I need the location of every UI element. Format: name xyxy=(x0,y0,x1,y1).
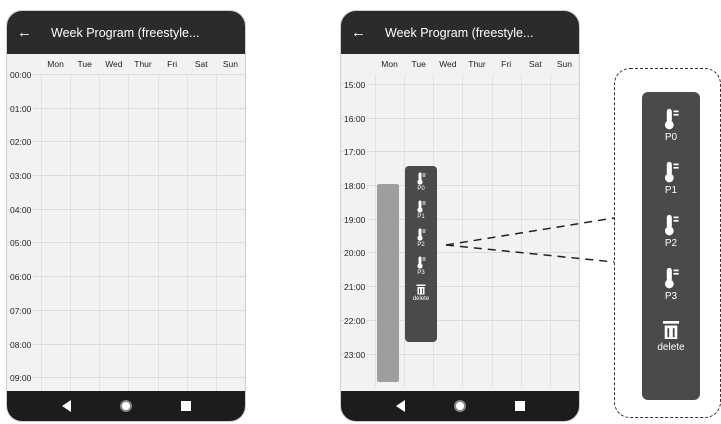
app-bar: ← Week Program (freestyle... xyxy=(341,11,579,54)
thermometer-icon xyxy=(664,267,679,289)
day-label: Mon xyxy=(381,59,398,69)
time-label: 17:00 xyxy=(344,147,368,158)
time-row: 15:00 xyxy=(341,80,579,118)
time-row: 07:00 xyxy=(7,305,245,344)
thermometer-icon xyxy=(664,214,679,236)
time-row: 05:00 xyxy=(7,238,245,276)
time-label: 09:00 xyxy=(10,373,34,384)
nav-back-icon[interactable] xyxy=(61,400,71,412)
time-label: 04:00 xyxy=(10,204,34,215)
thermometer-icon xyxy=(664,161,679,183)
program-label: P0 xyxy=(664,132,678,143)
delete-option[interactable]: delete xyxy=(413,284,429,302)
thermometer-icon xyxy=(417,172,426,185)
time-row: 04:00 xyxy=(7,204,245,243)
time-label: 22:00 xyxy=(344,315,368,326)
day-header: Mon Tue Wed Thur Fri Sat Sun xyxy=(7,54,245,74)
program-option-p1[interactable]: P1 xyxy=(416,200,426,220)
schedule-block-mon[interactable] xyxy=(377,184,399,382)
time-label: 15:00 xyxy=(344,80,368,90)
trash-icon xyxy=(662,321,680,339)
time-label: 05:00 xyxy=(10,238,34,249)
program-label: P3 xyxy=(664,291,678,302)
nav-recent-icon[interactable] xyxy=(180,401,191,411)
day-label: Tue xyxy=(77,59,92,69)
day-label: Sat xyxy=(194,59,208,69)
program-label: P1 xyxy=(664,185,678,196)
zoom-delete-option[interactable]: delete xyxy=(657,320,685,353)
app-bar: ← Week Program (freestyle... xyxy=(7,11,245,54)
zoomed-program-menu: P0 P1 P2 P3 delete xyxy=(642,92,700,400)
time-row: 17:00 xyxy=(341,147,579,185)
schedule-grid[interactable]: 00:00 01:00 02:00 03:00 04:00 05:00 06:0… xyxy=(7,70,245,411)
day-label: Tue xyxy=(411,59,426,69)
time-label: 02:00 xyxy=(10,137,34,148)
nav-recent-icon[interactable] xyxy=(514,401,525,411)
time-label: 03:00 xyxy=(10,171,34,182)
time-row: 02:00 xyxy=(7,137,245,175)
page-title: Week Program (freestyle... xyxy=(51,25,200,40)
back-arrow-icon[interactable]: ← xyxy=(351,24,379,41)
nav-home-icon[interactable] xyxy=(119,400,132,412)
thermometer-icon xyxy=(417,200,426,213)
nav-home-icon[interactable] xyxy=(453,400,466,412)
zoom-program-option-p2[interactable]: P2 xyxy=(662,214,680,249)
day-header: Mon Tue Wed Thur Fri Sat Sun xyxy=(341,54,579,74)
page-title: Week Program (freestyle... xyxy=(385,25,534,40)
time-label: 20:00 xyxy=(344,248,368,259)
time-label: 23:00 xyxy=(344,349,368,360)
program-label: P1 xyxy=(417,214,425,220)
day-label: Sat xyxy=(528,59,542,69)
zoom-program-option-p1[interactable]: P1 xyxy=(662,161,680,196)
time-label: 01:00 xyxy=(10,103,34,114)
time-label: 00:00 xyxy=(10,70,34,80)
time-label: 21:00 xyxy=(344,282,368,293)
time-label: 18:00 xyxy=(344,181,368,192)
time-row: 06:00 xyxy=(7,272,245,310)
day-label: Fri xyxy=(167,59,178,69)
zoom-program-option-p3[interactable]: P3 xyxy=(662,267,680,302)
program-label: P2 xyxy=(417,242,425,248)
trash-icon xyxy=(416,284,426,295)
day-label: Sun xyxy=(556,59,572,69)
time-label: 19:00 xyxy=(344,214,368,225)
time-label: 08:00 xyxy=(10,339,34,350)
day-label: Wed xyxy=(439,59,457,69)
day-label: Sun xyxy=(222,59,238,69)
delete-label: delete xyxy=(412,296,430,302)
program-label: P2 xyxy=(664,238,678,249)
back-arrow-icon[interactable]: ← xyxy=(17,24,45,41)
day-label: Thur xyxy=(134,59,152,69)
time-row: 16:00 xyxy=(341,113,579,152)
time-row: 00:00 xyxy=(7,70,245,108)
zoom-program-option-p0[interactable]: P0 xyxy=(662,108,680,143)
time-row: 01:00 xyxy=(7,103,245,142)
time-label: 07:00 xyxy=(10,305,34,316)
day-label: Mon xyxy=(47,59,64,69)
thermometer-icon xyxy=(417,256,426,269)
day-label: Wed xyxy=(105,59,123,69)
day-label: Fri xyxy=(501,59,512,69)
nav-back-icon[interactable] xyxy=(395,400,405,412)
time-label: 16:00 xyxy=(344,113,368,124)
delete-label: delete xyxy=(657,342,685,353)
program-option-p2[interactable]: P2 xyxy=(416,228,426,248)
screenshot-stage: ← Week Program (freestyle... Mon Tue Wed… xyxy=(0,0,721,424)
schedule-grid[interactable]: 15:00 16:00 17:00 18:00 19:00 20:00 21:0… xyxy=(341,74,579,388)
android-nav-bar xyxy=(7,391,245,421)
thermometer-icon xyxy=(417,228,426,241)
right-phone-screen: ← Week Program (freestyle... Mon Tue Wed… xyxy=(340,10,580,422)
program-option-p3[interactable]: P3 xyxy=(416,256,426,276)
program-label: P3 xyxy=(417,270,425,276)
program-label: P0 xyxy=(417,186,425,192)
program-popup-menu: P0 P1 P2 P3 delete xyxy=(405,166,437,342)
time-label: 06:00 xyxy=(10,272,34,283)
thermometer-icon xyxy=(664,108,679,130)
time-row: 03:00 xyxy=(7,171,245,209)
time-row: 08:00 xyxy=(7,339,245,378)
left-phone-screen: ← Week Program (freestyle... Mon Tue Wed… xyxy=(6,10,246,422)
android-nav-bar xyxy=(341,391,579,421)
day-label: Thur xyxy=(468,59,486,69)
program-option-p0[interactable]: P0 xyxy=(416,172,426,192)
